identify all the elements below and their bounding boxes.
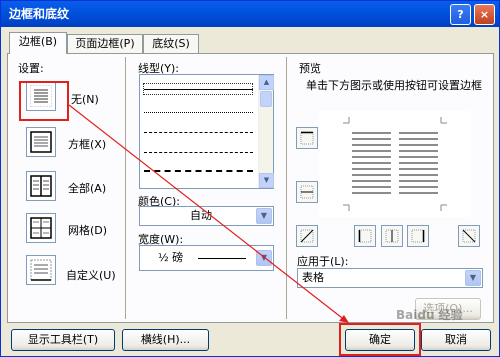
scroll-up-icon[interactable]: ▲ (259, 75, 274, 90)
preview-hint: 单击下方图示或使用按钮可设置边框 (306, 79, 482, 92)
left-border-button[interactable] (354, 225, 376, 247)
settings-heading: 设置: (18, 62, 44, 75)
tab-page-border[interactable]: 页面边框(P) (67, 34, 143, 53)
setting-none-label[interactable]: 无(N) (71, 91, 99, 107)
chevron-down-icon[interactable]: ▼ (256, 208, 272, 224)
color-dropdown[interactable]: 自动 ▼ (139, 206, 274, 226)
horizontal-line-button[interactable]: 横线(H)... (122, 329, 209, 351)
apply-to-value: 表格 (302, 271, 324, 284)
separator-left (125, 57, 126, 319)
separator-right (286, 57, 287, 319)
setting-custom-icon[interactable] (26, 255, 56, 285)
right-border-button[interactable] (407, 225, 429, 247)
window-title: 边框和底纹 (9, 7, 70, 21)
chevron-down-icon[interactable]: ▼ (465, 270, 481, 286)
help-button[interactable]: ? (450, 4, 471, 25)
apply-to-heading: 应用于(L): (297, 255, 349, 268)
watermark: Baidu 经验 (396, 308, 463, 322)
width-value: ½ 磅 (158, 251, 184, 264)
cancel-button[interactable]: 取消 (421, 329, 491, 351)
highlight-ok-button (339, 323, 421, 356)
tab-borders[interactable]: 边框(B) (9, 32, 67, 54)
preview-page-icon (343, 117, 447, 211)
preview-area[interactable] (319, 111, 471, 217)
chevron-down-icon[interactable]: ▼ (256, 250, 272, 266)
scroll-thumb[interactable] (260, 91, 272, 107)
title-bar: 边框和底纹 ? × (1, 1, 499, 27)
inside-horizontal-border-button[interactable] (296, 181, 318, 203)
diagonal-down-border-button[interactable] (296, 225, 318, 247)
tab-shading[interactable]: 底纹(S) (143, 34, 199, 53)
preview-heading: 预览 (299, 62, 321, 75)
style-scrollbar[interactable]: ▲ ▼ (258, 75, 274, 188)
line-style-long-dash[interactable] (144, 170, 253, 172)
color-value: 自动 (190, 209, 212, 222)
setting-box-icon[interactable] (26, 127, 56, 157)
setting-all-icon[interactable] (26, 171, 56, 201)
show-toolbar-button[interactable]: 显示工具栏(T) (11, 329, 115, 351)
line-style-list[interactable]: ▲ ▼ (139, 74, 274, 189)
apply-to-dropdown[interactable]: 表格 ▼ (297, 268, 483, 288)
inside-vertical-border-button[interactable] (381, 225, 403, 247)
width-sample-line (198, 258, 246, 259)
line-style-dotted[interactable] (144, 112, 253, 113)
highlight-none-setting (19, 81, 69, 121)
setting-all-label[interactable]: 全部(A) (68, 180, 106, 196)
close-button[interactable]: × (474, 4, 495, 25)
top-border-button[interactable] (296, 127, 318, 149)
line-style-solid[interactable] (144, 89, 253, 90)
scroll-down-icon[interactable]: ▼ (259, 173, 274, 188)
setting-box-label[interactable]: 方框(X) (68, 136, 106, 152)
setting-grid-icon[interactable] (26, 213, 56, 243)
diagonal-up-border-button[interactable] (458, 225, 480, 247)
setting-grid-label[interactable]: 网格(D) (68, 222, 107, 238)
line-style-dashed[interactable] (144, 152, 253, 153)
width-dropdown[interactable]: ½ 磅 ▼ (139, 245, 274, 271)
borders-shading-dialog: 边框和底纹 ? × 边框(B) 页面边框(P) 底纹(S) 设置: 无(N) 方… (0, 0, 500, 357)
line-style-dashed-small[interactable] (144, 132, 253, 133)
setting-custom-label[interactable]: 自定义(U) (66, 267, 116, 283)
